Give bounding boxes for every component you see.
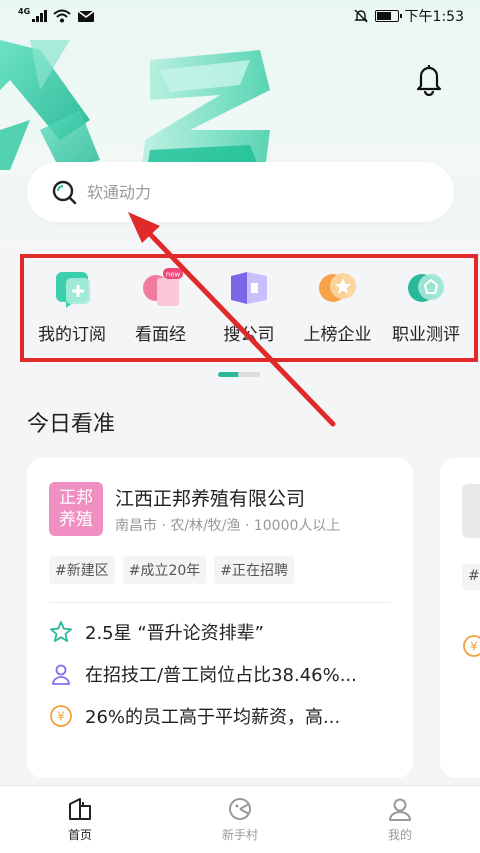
quick-item-subscribe[interactable]: 我的订阅 — [28, 266, 116, 345]
search-bar[interactable] — [27, 162, 454, 222]
quick-item-assessment[interactable]: 职业测评 — [382, 266, 470, 345]
tag-list: #新建区 #成立20年 #正在招聘 — [49, 556, 391, 584]
mail-icon — [77, 10, 95, 22]
nav-newbie[interactable]: 新手村 — [190, 796, 290, 843]
svg-text:¥: ¥ — [470, 640, 478, 654]
company-card[interactable]: 正邦养殖 江西正邦养殖有限公司 南昌市 · 农/林/牧/渔 · 10000人以上… — [27, 458, 413, 778]
nav-label: 首页 — [67, 828, 92, 842]
quick-item-interview[interactable]: new 看面经 — [117, 266, 205, 345]
notification-bell-icon[interactable] — [414, 62, 444, 96]
insight-text: 26%的员工高于平均薪资，高... — [85, 707, 341, 728]
status-bar: 4G 下午1:53 — [0, 0, 480, 32]
search-icon — [52, 180, 77, 205]
svg-text:¥: ¥ — [57, 710, 65, 724]
company-meta: 南昌市 · 农/林/牧/渔 · 10000人以上 — [115, 517, 341, 534]
bottom-nav: 首页 新手村 我的 — [0, 785, 480, 853]
nav-label: 我的 — [387, 828, 412, 842]
quick-item-company-search[interactable]: 搜公司 — [205, 266, 293, 345]
quick-item-label: 职业测评 — [392, 325, 460, 345]
quick-item-label: 看面经 — [135, 325, 186, 345]
next-company-card[interactable]: # ¥ — [440, 458, 480, 778]
clock: 下午1:53 — [404, 9, 464, 25]
quick-item-label: 搜公司 — [223, 325, 275, 345]
star-icon — [50, 621, 72, 642]
interview-icon: new — [142, 268, 183, 306]
insight-row: 2.5星 “晋升论资排辈” — [49, 619, 391, 645]
page-indicator — [218, 372, 260, 377]
newbie-icon — [229, 798, 251, 820]
section-title: 今日看准 — [27, 412, 116, 437]
quick-item-label: 上榜企业 — [303, 325, 372, 345]
battery-icon — [374, 10, 402, 22]
insight-row: 在招技工/普工岗位占比38.46%... — [49, 661, 391, 687]
new-badge: new — [165, 271, 180, 279]
divider — [49, 602, 391, 603]
nav-profile[interactable]: 我的 — [350, 796, 450, 843]
company-search-icon — [231, 272, 267, 304]
salary-icon: ¥ — [463, 635, 480, 657]
company-name: 江西正邦养殖有限公司 — [115, 487, 306, 510]
page-dot-active — [218, 372, 240, 377]
tag[interactable]: #正在招聘 — [214, 556, 295, 584]
ranking-icon — [318, 273, 356, 302]
nav-label: 新手村 — [221, 828, 258, 842]
home-icon — [69, 798, 91, 820]
tag[interactable]: #成立20年 — [122, 556, 207, 584]
insight-text: 在招技工/普工岗位占比38.46%... — [85, 665, 357, 686]
quick-item-label: 我的订阅 — [38, 325, 106, 345]
quick-menu: 我的订阅 new 看面经 搜公司 上榜企业 职业测评 — [20, 254, 478, 362]
nav-home[interactable]: 首页 — [30, 796, 130, 843]
tag: # — [462, 564, 480, 590]
company-logo: 正邦养殖 — [49, 482, 103, 536]
assessment-icon — [408, 274, 444, 302]
mute-bell-icon — [353, 9, 368, 23]
insight-text: 2.5星 “晋升论资排辈” — [85, 623, 264, 644]
signal-icon — [32, 10, 48, 22]
profile-icon — [389, 798, 411, 821]
company-logo — [462, 484, 480, 538]
quick-item-ranking[interactable]: 上榜企业 — [294, 266, 382, 345]
tag[interactable]: #新建区 — [49, 556, 115, 584]
subscribe-icon — [56, 272, 90, 308]
wifi-icon — [53, 9, 71, 23]
network-type: 4G — [18, 6, 31, 16]
worker-icon — [52, 664, 70, 685]
insight-row: ¥ 26%的员工高于平均薪资，高... — [49, 703, 391, 729]
page-dot — [238, 372, 260, 377]
search-input[interactable] — [87, 182, 417, 202]
salary-icon: ¥ — [50, 705, 72, 727]
